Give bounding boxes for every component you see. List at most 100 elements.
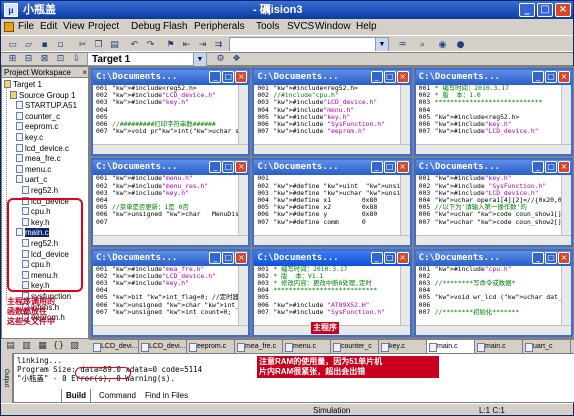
vertical-scrollbar[interactable] (399, 265, 410, 325)
tree-item[interactable]: counter_c (16, 111, 60, 122)
minimize-icon[interactable]: _ (531, 161, 544, 174)
minimize-icon[interactable]: _ (370, 251, 383, 264)
maximize-icon[interactable]: □ (222, 251, 235, 264)
copy-icon[interactable]: ❐ (91, 38, 106, 52)
breakpoint-icon[interactable]: ● (453, 38, 468, 52)
new-file-icon[interactable]: ▭ (5, 38, 20, 52)
editor-window[interactable]: C:\Documents... _ □ × 001 "kw">#include<reg52… (252, 68, 412, 157)
tree-item[interactable]: STARTUP.A51 (16, 101, 77, 111)
document-tab[interactable]: menu.c (283, 340, 331, 353)
editor-window[interactable]: C:\Documents... _ □ × 001 002 "kw">#define "k… (252, 158, 412, 247)
close-icon[interactable]: × (396, 71, 409, 83)
menu-flash[interactable]: Flash (163, 19, 187, 35)
menu-window[interactable]: Window (315, 19, 351, 35)
functions-tab-icon[interactable]: {} (51, 339, 66, 353)
document-tab[interactable]: mea_fre.c (235, 340, 283, 353)
document-tab[interactable]: counter_c (331, 340, 379, 353)
close-icon[interactable]: × (557, 161, 570, 174)
save-all-icon[interactable]: ▫ (53, 38, 68, 52)
code-text[interactable]: 001 "kw">#include<reg52.h> 002//#include"… (254, 85, 399, 144)
maximize-icon[interactable]: □ (383, 71, 396, 83)
menu-project[interactable]: Project (88, 19, 119, 35)
target-options-icon[interactable]: ⚙ (213, 52, 228, 66)
maximize-button[interactable]: □ (537, 3, 553, 17)
close-icon[interactable]: × (557, 251, 570, 264)
rebuild-icon[interactable]: ⊠ (37, 52, 52, 66)
code-text[interactable]: 001 "kw">#include<reg52.h> 002 "kw">#inclu… (93, 85, 238, 144)
compile-icon[interactable]: ⊞ (5, 52, 20, 66)
maximize-icon[interactable]: □ (544, 251, 557, 264)
horizontal-scrollbar[interactable] (93, 234, 249, 245)
menu-svcs[interactable]: SVCS (287, 19, 314, 35)
tree-item[interactable]: eeprom.c (16, 122, 58, 132)
horizontal-scrollbar[interactable] (93, 324, 249, 335)
editor-window[interactable]: C:\Documents... _ □ × 001 "kw">#include<reg52… (91, 68, 251, 157)
menu-tools[interactable]: Tools (256, 19, 279, 35)
document-tab[interactable]: LCD_devi... (91, 340, 139, 353)
tree-item[interactable]: reg52.h (22, 186, 58, 196)
minimize-button[interactable]: _ (519, 3, 535, 17)
vertical-scrollbar[interactable] (399, 175, 410, 235)
close-icon[interactable]: × (557, 71, 570, 83)
minimize-icon[interactable]: _ (209, 251, 222, 264)
tree-item[interactable]: menu.c (16, 164, 51, 175)
minimize-icon[interactable]: _ (531, 251, 544, 264)
close-icon[interactable]: × (235, 71, 248, 83)
horizontal-scrollbar[interactable] (415, 324, 571, 335)
menu-debug[interactable]: Debug (131, 19, 160, 35)
find-icon[interactable]: ♒ (395, 38, 410, 52)
code-text[interactable]: 001 "kw">#include"menu.h" 002 "kw">#includ… (93, 175, 238, 234)
editor-window[interactable]: C:\Documents... _ □ × 001 "kw">#include"menu.… (91, 158, 251, 247)
document-tab[interactable]: eeprom.c (187, 340, 235, 353)
editor-window[interactable]: C:\Documents... _ □ × 001 "kw">#include"cpu.h… (413, 248, 573, 337)
minimize-icon[interactable]: _ (209, 71, 222, 83)
cut-icon[interactable]: ✂ (75, 38, 90, 52)
vertical-scrollbar[interactable] (560, 175, 571, 235)
horizontal-scrollbar[interactable] (415, 144, 571, 155)
vertical-scrollbar[interactable] (560, 265, 571, 325)
undo-icon[interactable]: ↶ (127, 38, 142, 52)
indent-icon[interactable]: ⇉ (211, 38, 226, 52)
minimize-icon[interactable]: _ (370, 71, 383, 83)
debug-icon[interactable]: ◉ (435, 38, 450, 52)
horizontal-scrollbar[interactable] (93, 144, 249, 155)
redo-icon[interactable]: ↷ (143, 38, 158, 52)
minimize-icon[interactable]: _ (209, 161, 222, 174)
menu-help[interactable]: Help (356, 19, 377, 35)
close-icon[interactable]: × (235, 161, 248, 174)
code-text[interactable]: 001 "kw">#include"mea_fre.h" 002 "kw">#inc… (93, 266, 238, 325)
editor-window[interactable]: C:\Documents... _ □ × 001 "kw">#include"key.h… (413, 158, 573, 247)
find-combo[interactable]: ▼ (229, 37, 389, 52)
paste-icon[interactable]: ▤ (107, 38, 122, 52)
menu-peripherals[interactable]: Peripherals (194, 19, 245, 35)
tree-item[interactable]: lcd_device.c (16, 143, 69, 154)
maximize-icon[interactable]: □ (222, 161, 235, 174)
maximize-icon[interactable]: □ (222, 71, 235, 83)
regs-tab-icon[interactable]: ▥ (19, 339, 34, 353)
next-bookmark-icon[interactable]: ⇥ (195, 38, 210, 52)
code-text[interactable]: 001 * 编写时间：2010.3.17 002 * 版 本：1.0 003 ****… (416, 85, 561, 144)
find-in-files-icon[interactable]: ⌕ (415, 38, 430, 52)
minimize-icon[interactable]: _ (531, 71, 544, 83)
vertical-scrollbar[interactable] (560, 85, 571, 145)
document-tab[interactable]: main.c (475, 340, 523, 353)
document-tab[interactable]: LCD_devi... (139, 340, 187, 353)
vertical-scrollbar[interactable] (238, 265, 249, 325)
tree-item[interactable]: mea_fre.c (16, 154, 61, 164)
save-icon[interactable]: ▪ (37, 38, 52, 52)
document-tab[interactable]: main.c (427, 340, 475, 353)
menu-edit[interactable]: Edit (40, 19, 57, 35)
tree-item[interactable]: Target 1 (4, 80, 42, 90)
horizontal-scrollbar[interactable] (415, 234, 571, 245)
close-icon[interactable]: × (235, 251, 248, 264)
build-icon[interactable]: ⊟ (21, 52, 36, 66)
download-icon[interactable]: ⇩ (69, 52, 84, 66)
code-text[interactable]: 001 002"kw">#define "kw">uint "kw">unsig… (254, 175, 399, 234)
close-icon[interactable]: × (82, 67, 87, 78)
tree-item[interactable]: Source Group 1 (10, 90, 75, 101)
tree-item[interactable]: key.c (16, 133, 43, 143)
close-button[interactable]: × (555, 3, 571, 17)
menu-file[interactable]: File (18, 19, 34, 35)
target-select[interactable]: Target 1 ▼ (87, 52, 207, 66)
maximize-icon[interactable]: □ (383, 161, 396, 174)
